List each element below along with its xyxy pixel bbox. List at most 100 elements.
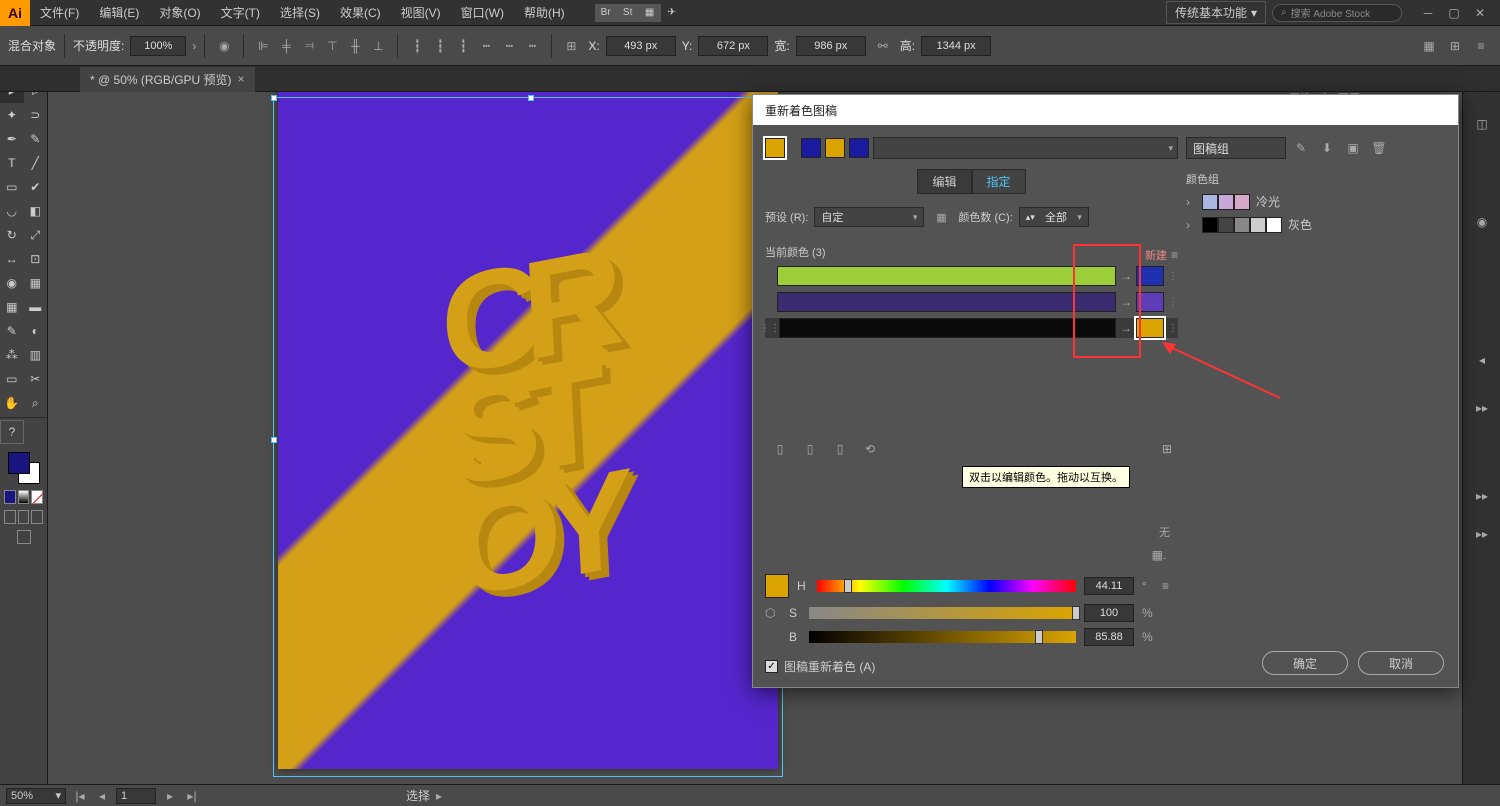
row-tool-3-icon[interactable]: ▯ [829,438,851,460]
draw-inside-icon[interactable] [31,510,43,524]
document-tab[interactable]: * @ 50% (RGB/GPU 预览) × [80,67,255,92]
active-color-swatch[interactable] [765,138,785,158]
menu-window[interactable]: 窗口(W) [451,0,514,26]
draw-normal-icon[interactable] [4,510,16,524]
color-group-2[interactable]: › 灰色 [1186,216,1446,233]
arrange-icon[interactable]: ▦ [639,4,661,22]
menu-help[interactable]: 帮助(H) [514,0,575,26]
align-bottom-icon[interactable]: ⊥ [367,35,389,57]
h-input-field[interactable] [921,36,991,56]
old-color-2[interactable] [777,292,1116,312]
minimize-button[interactable]: ─ [1416,6,1440,20]
gradient-mode-icon[interactable] [18,490,30,504]
dist-5-icon[interactable]: ┅ [498,35,520,57]
stock-search-input[interactable]: ⌕ 搜索 Adobe Stock [1272,4,1402,22]
menu-object[interactable]: 对象(O) [149,0,210,26]
column-menu-icon[interactable]: ≡ [1171,248,1178,262]
cancel-button[interactable]: 取消 [1358,651,1444,675]
curvature-tool[interactable]: ✎ [24,127,48,151]
menu-select[interactable]: 选择(S) [270,0,330,26]
color-group-dropdown[interactable]: ▾ [873,137,1178,159]
group-swatch-1[interactable] [801,138,821,158]
status-chevron-icon[interactable]: ▸ [436,789,442,803]
screen-mode-icon[interactable] [17,530,31,544]
optbar-menu-icon[interactable]: ≡ [1470,35,1492,57]
brightness-input[interactable] [1084,628,1134,646]
gpu-icon[interactable]: ✈ [661,4,683,22]
trash-icon[interactable]: 🗑 [1368,137,1390,159]
dist-3-icon[interactable]: ┇ [452,35,474,57]
y-input[interactable] [698,36,768,56]
lasso-tool[interactable]: ⊃ [24,103,48,127]
workspace-dropdown[interactable]: 传统基本功能 ▾ [1166,1,1266,24]
global-adjust-icon[interactable]: ⬡ [765,606,781,620]
free-transform-tool[interactable]: ⊡ [24,247,48,271]
fill-stroke-swatches[interactable] [8,452,40,484]
panel-icon-1[interactable]: ◫ [1463,105,1500,143]
new-color-1[interactable] [1136,266,1164,286]
folder-icon[interactable]: ▣ [1342,137,1364,159]
optbar-icon-1[interactable]: ▦ [1418,35,1440,57]
restore-button[interactable]: ▢ [1442,6,1466,20]
saturation-input[interactable] [1084,604,1134,622]
magic-wand-tool[interactable]: ✦ [0,103,24,127]
panel-icon-2[interactable]: ◉ [1463,203,1500,241]
preset-menu-icon[interactable]: ▦ [930,206,952,228]
row-grip-icon[interactable]: ⋮ [1168,318,1178,338]
color-mode-icon[interactable] [4,490,16,504]
align-hcenter-icon[interactable]: ╪ [275,35,297,57]
menu-file[interactable]: 文件(F) [30,0,89,26]
opacity-chevron-icon[interactable]: › [192,39,196,53]
brightness-slider[interactable] [809,631,1076,643]
prev-artboard-button[interactable]: ◂ [94,788,110,804]
blend-tool[interactable]: ◐ [24,319,48,343]
panel-collapse-icon[interactable]: ◂ [1463,341,1500,379]
color-group-1[interactable]: › 冷光 [1186,193,1446,210]
shape-builder-tool[interactable]: ◉ [0,271,24,295]
new-color-3[interactable] [1136,318,1164,338]
symbol-sprayer-tool[interactable]: ⁂ [0,343,24,367]
rotate-tool[interactable]: ↻ [0,223,24,247]
transform-icon[interactable]: ⊞ [560,35,582,57]
shaper-tool[interactable]: ◡ [0,199,24,223]
mesh-tool[interactable]: ▦ [0,295,24,319]
current-hsb-swatch[interactable] [765,574,789,598]
preset-dropdown[interactable]: 自定 ▾ [814,207,924,227]
align-left-icon[interactable]: ⊫ [252,35,274,57]
eyedropper-tool[interactable]: ✎ [0,319,24,343]
new-group-icon[interactable]: ⬇ [1316,137,1338,159]
draw-behind-icon[interactable] [18,510,30,524]
dist-2-icon[interactable]: ┇ [429,35,451,57]
align-top-icon[interactable]: ⊤ [321,35,343,57]
menu-view[interactable]: 视图(V) [391,0,451,26]
find-color-icon[interactable]: ⊞ [1156,438,1178,460]
panel-icon-5[interactable]: ▸▸ [1463,515,1500,553]
slider-menu-icon[interactable]: ≡ [1162,579,1178,593]
edit-tab[interactable]: 编辑 [917,169,971,194]
graph-tool[interactable]: ▥ [24,343,48,367]
perspective-tool[interactable]: ▦ [24,271,48,295]
paintbrush-tool[interactable]: ✔ [24,175,48,199]
color-row-1[interactable]: → ⋮ [765,266,1178,286]
dist-1-icon[interactable]: ┇ [406,35,428,57]
hue-slider[interactable] [817,580,1076,592]
row-tool-4-icon[interactable]: ⟲ [859,438,881,460]
menu-edit[interactable]: 编辑(E) [89,0,149,26]
assign-tab[interactable]: 指定 [972,169,1026,194]
recolor-icon[interactable]: ◉ [213,35,235,57]
menu-type[interactable]: 文字(T) [211,0,270,26]
type-tool[interactable]: T [0,151,24,175]
recolor-checkbox[interactable]: ✓ [765,660,778,673]
eyedropper-icon[interactable]: ✎ [1290,137,1312,159]
fill-mode-icon[interactable]: ? [0,420,24,444]
panel-icon-3[interactable]: ▸▸ [1463,389,1500,427]
color-count-dropdown[interactable]: ▴▾ 全部 ▾ [1019,207,1089,227]
width-tool[interactable]: ↔ [0,247,24,271]
old-color-3[interactable] [779,318,1116,338]
fill-swatch[interactable] [8,452,30,474]
panel-icon-4[interactable]: ▸▸ [1463,477,1500,515]
first-artboard-button[interactable]: |◂ [72,788,88,804]
none-mode-icon[interactable] [31,490,43,504]
grid-mode-icon[interactable]: ▦. [1148,544,1170,566]
new-color-2[interactable] [1136,292,1164,312]
